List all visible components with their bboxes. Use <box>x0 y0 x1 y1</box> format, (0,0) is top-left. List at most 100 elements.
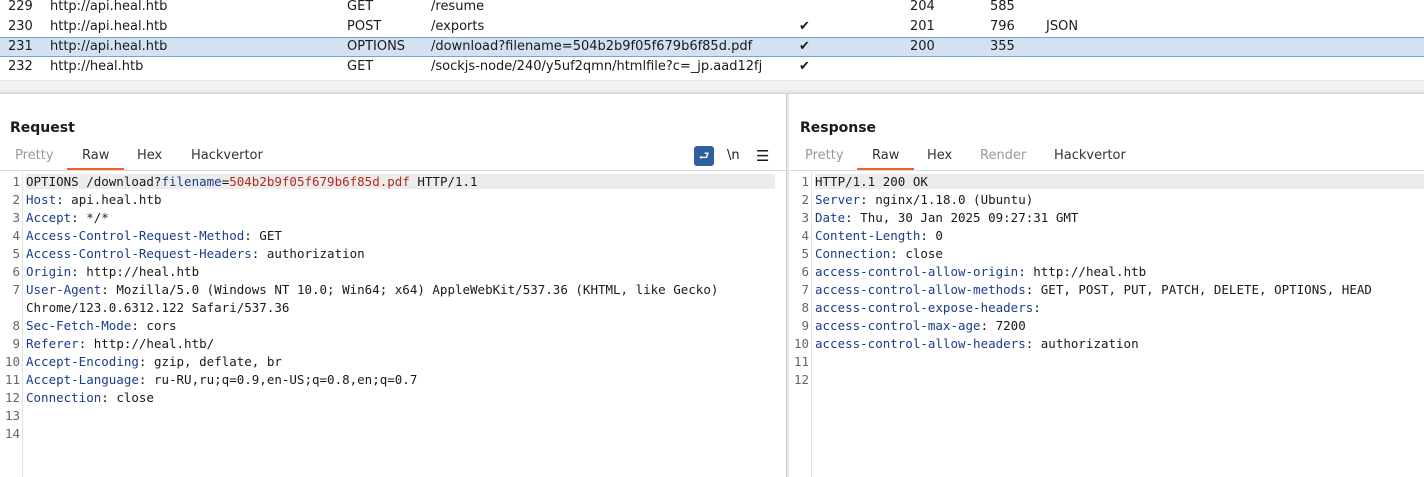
header-value: gzip, deflate, br <box>146 354 282 369</box>
response-panel: Response Pretty Raw Hex Render Hackverto… <box>789 94 1424 477</box>
header-value: Thu, 30 Jan 2025 09:27:31 GMT <box>852 210 1079 225</box>
header-value: ru-RU,ru;q=0.9,en-US;q=0.8,en;q=0.7 <box>146 372 418 387</box>
tab-pretty[interactable]: Pretty <box>805 144 844 168</box>
header-name: access-control-allow-methods <box>815 282 1026 297</box>
header-line: Accept: */* <box>26 210 109 225</box>
header-line: access-control-allow-methods: GET, POST,… <box>815 282 1372 297</box>
response-title: Response <box>800 120 877 136</box>
response-tabs: Pretty Raw Hex Render Hackvertor <box>789 144 1424 171</box>
header-name: Origin <box>26 264 72 279</box>
header-value: http://heal.htb/ <box>86 336 215 351</box>
header-name: Server <box>815 192 861 207</box>
line-gutter: 1 2 3 4 5 6 7 8 9 10 11 12 13 14 <box>0 172 23 477</box>
tab-hex[interactable]: Hex <box>927 144 952 168</box>
line-number: 1 <box>801 174 809 189</box>
header-name: User-Agent <box>26 282 102 297</box>
line-number: 4 <box>801 228 809 243</box>
line-number: 8 <box>801 300 809 315</box>
line-number: 1 <box>12 174 20 189</box>
show-newlines-toggle[interactable]: \n <box>727 146 740 166</box>
editor-toolbar: ⮐ \n ☰ <box>694 146 774 166</box>
tab-hex[interactable]: Hex <box>137 144 162 168</box>
cell-edited: ✔ <box>799 19 810 34</box>
request-line-suffix: HTTP/1.1 <box>409 174 478 189</box>
line-number: 3 <box>801 210 809 225</box>
cell-mime: JSON <box>1046 19 1079 34</box>
line-number: 9 <box>801 318 809 333</box>
tab-render[interactable]: Render <box>980 144 1026 168</box>
request-title: Request <box>10 120 75 136</box>
cell-url: /resume <box>431 0 485 14</box>
header-line: Server: nginx/1.18.0 (Ubuntu) <box>815 192 1034 207</box>
header-name: access-control-max-age <box>815 318 981 333</box>
header-value: Chrome/123.0.6312.122 Safari/537.36 <box>26 300 290 315</box>
header-value: nginx/1.18.0 (Ubuntu) <box>867 192 1034 207</box>
header-value: close <box>108 390 154 405</box>
cell-status: 204 <box>910 0 935 14</box>
table-row[interactable]: 232 http://heal.htb GET /sockjs-node/240… <box>0 57 1424 77</box>
header-value: 7200 <box>988 318 1026 333</box>
response-editor[interactable]: 1 2 3 4 5 6 7 8 9 10 11 12 HTTP/1.1 200 … <box>789 172 1424 477</box>
header-name: Access-Control-Request-Headers <box>26 246 252 261</box>
header-line: User-Agent: Mozilla/5.0 (Windows NT 10.0… <box>26 282 719 297</box>
tab-raw[interactable]: Raw <box>857 144 915 170</box>
request-editor[interactable]: 1 2 3 4 5 6 7 8 9 10 11 12 13 14 OPTIONS… <box>0 172 786 477</box>
header-value: http://heal.htb <box>78 264 200 279</box>
line-number: 11 <box>4 372 20 387</box>
header-name: Accept-Language <box>26 372 139 387</box>
table-row-selected[interactable]: 231 http://api.heal.htb OPTIONS /downloa… <box>0 37 1424 57</box>
header-line: Sec-Fetch-Mode: cors <box>26 318 177 333</box>
header-name: access-control-expose-headers <box>815 300 1034 315</box>
header-value: GET <box>251 228 282 243</box>
line-number: 10 <box>4 354 20 369</box>
menu-icon[interactable]: ☰ <box>756 146 769 166</box>
header-line: Access-Control-Request-Headers: authoriz… <box>26 246 365 261</box>
header-line: access-control-allow-origin: http://heal… <box>815 264 1147 279</box>
header-line: Accept-Encoding: gzip, deflate, br <box>26 354 282 369</box>
cell-url: /exports <box>431 19 485 34</box>
line-number: 13 <box>4 408 20 423</box>
header-value: */* <box>78 210 109 225</box>
cell-id: 229 <box>8 0 33 14</box>
header-value: api.heal.htb <box>63 192 162 207</box>
header-line: Date: Thu, 30 Jan 2025 09:27:31 GMT <box>815 210 1079 225</box>
header-value: Mozilla/5.0 (Windows NT 10.0; Win64; x64… <box>108 282 719 297</box>
tab-raw[interactable]: Raw <box>67 144 125 170</box>
table-row[interactable]: 229 http://api.heal.htb GET /resume 204 … <box>0 0 1424 17</box>
header-name: access-control-allow-headers <box>815 336 1026 351</box>
header-name: Sec-Fetch-Mode <box>26 318 132 333</box>
header-value: cors <box>138 318 177 333</box>
cell-length: 796 <box>990 19 1015 34</box>
header-line: access-control-expose-headers: <box>815 300 1041 315</box>
cell-method: OPTIONS <box>347 39 406 54</box>
proxy-history-table: 229 http://api.heal.htb GET /resume 204 … <box>0 0 1424 92</box>
header-line: Connection: close <box>26 390 154 405</box>
request-line-prefix: OPTIONS /download? <box>26 174 162 189</box>
cell-status: 201 <box>910 19 935 34</box>
line-number: 6 <box>801 264 809 279</box>
line-number: 14 <box>4 426 20 441</box>
line-number: 11 <box>793 354 809 369</box>
cell-id: 230 <box>8 19 33 34</box>
cell-method: GET <box>347 0 374 14</box>
cell-method: GET <box>347 59 374 74</box>
header-value: http://heal.htb <box>1025 264 1147 279</box>
cell-length: 585 <box>990 0 1015 14</box>
header-name: Accept <box>26 210 72 225</box>
word-wrap-icon[interactable]: ⮐ <box>694 146 714 166</box>
cell-edited: ✔ <box>799 39 810 54</box>
tab-pretty[interactable]: Pretty <box>15 144 54 168</box>
tab-hackvertor[interactable]: Hackvertor <box>191 144 263 168</box>
line-number: 8 <box>12 318 20 333</box>
line-number: 12 <box>793 372 809 387</box>
line-gutter: 1 2 3 4 5 6 7 8 9 10 11 12 <box>789 172 812 477</box>
header-value: close <box>897 246 943 261</box>
cell-status: 200 <box>910 39 935 54</box>
line-number: 2 <box>12 192 20 207</box>
line-number: 9 <box>12 336 20 351</box>
table-row[interactable]: 230 http://api.heal.htb POST /exports ✔ … <box>0 17 1424 37</box>
status-line: HTTP/1.1 200 OK <box>815 174 1424 189</box>
header-line: Accept-Language: ru-RU,ru;q=0.9,en-US;q=… <box>26 372 418 387</box>
cell-id: 232 <box>8 59 33 74</box>
tab-hackvertor[interactable]: Hackvertor <box>1054 144 1126 168</box>
